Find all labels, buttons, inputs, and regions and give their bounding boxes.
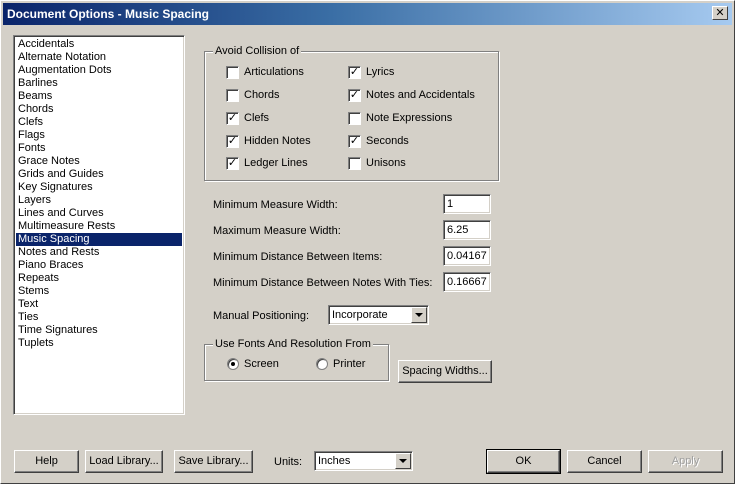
category-item[interactable]: Time Signatures — [16, 324, 182, 337]
collision-checkbox-label: Note Expressions — [366, 112, 453, 124]
category-item[interactable]: Beams — [16, 90, 182, 103]
collision-checkbox-label: Lyrics — [366, 66, 395, 78]
category-item[interactable]: Grace Notes — [16, 155, 182, 168]
checkbox-box[interactable] — [348, 112, 361, 125]
title-bar: Document Options - Music Spacing ✕ — [3, 3, 732, 25]
category-item[interactable]: Music Spacing — [16, 233, 182, 246]
save-library-button[interactable]: Save Library... — [174, 450, 253, 473]
min-distance-ties-input[interactable]: 0.16667 — [443, 272, 491, 292]
manual-positioning-label: Manual Positioning: — [213, 310, 310, 322]
fonts-resolution-title: Use Fonts And Resolution From — [213, 337, 373, 351]
collision-checkbox-label: Seconds — [366, 135, 409, 147]
checkmark-icon[interactable]: ✓ — [226, 112, 239, 125]
category-item[interactable]: Layers — [16, 194, 182, 207]
max-measure-width-input[interactable]: 6.25 — [443, 220, 491, 240]
category-item[interactable]: Grids and Guides — [16, 168, 182, 181]
max-measure-width-label: Maximum Measure Width: — [213, 225, 341, 237]
checkmark-icon[interactable]: ✓ — [226, 157, 239, 170]
help-button[interactable]: Help — [14, 450, 79, 473]
checkbox-box[interactable] — [226, 66, 239, 79]
collision-checkbox-label: Unisons — [366, 157, 406, 169]
min-measure-width-label: Minimum Measure Width: — [213, 199, 338, 211]
category-item[interactable]: Stems — [16, 285, 182, 298]
category-item[interactable]: Lines and Curves — [16, 207, 182, 220]
collision-checkbox-label: Notes and Accidentals — [366, 89, 475, 101]
units-select[interactable]: Inches — [314, 451, 413, 471]
category-item[interactable]: Multimeasure Rests — [16, 220, 182, 233]
category-item[interactable]: Notes and Rests — [16, 246, 182, 259]
units-label: Units: — [274, 456, 303, 468]
checkbox-box[interactable] — [226, 89, 239, 102]
apply-button[interactable]: Apply — [648, 450, 723, 473]
checkmark-icon[interactable]: ✓ — [348, 66, 361, 79]
collision-checkbox-label: Clefs — [244, 112, 270, 124]
category-item[interactable]: Fonts — [16, 142, 182, 155]
chevron-down-icon[interactable] — [395, 453, 411, 469]
printer-radio-dot[interactable] — [316, 358, 328, 370]
collision-checkbox-label: Articulations — [244, 66, 304, 78]
category-item[interactable]: Tuplets — [16, 337, 182, 350]
min-distance-ties-label: Minimum Distance Between Notes With Ties… — [213, 277, 433, 289]
spacing-widths-button[interactable]: Spacing Widths... — [398, 360, 492, 383]
collision-checkbox-label: Hidden Notes — [244, 135, 311, 147]
min-distance-items-input[interactable]: 0.04167 — [443, 246, 491, 266]
category-item[interactable]: Repeats — [16, 272, 182, 285]
category-item[interactable]: Clefs — [16, 116, 182, 129]
min-measure-width-input[interactable]: 1 — [443, 194, 491, 214]
manual-positioning-value: Incorporate — [332, 309, 388, 321]
category-item[interactable]: Flags — [16, 129, 182, 142]
collision-checkbox-label: Ledger Lines — [244, 157, 308, 169]
category-item[interactable]: Ties — [16, 311, 182, 324]
ok-button[interactable]: OK — [486, 449, 561, 474]
checkmark-icon[interactable]: ✓ — [348, 135, 361, 148]
screen-radio-label: Screen — [244, 358, 279, 370]
printer-radio-label: Printer — [333, 358, 366, 370]
category-item[interactable]: Text — [16, 298, 182, 311]
collision-checkbox-label: Chords — [244, 89, 280, 101]
category-item[interactable]: Chords — [16, 103, 182, 116]
manual-positioning-select[interactable]: Incorporate — [328, 305, 429, 325]
checkbox-box[interactable] — [348, 157, 361, 170]
checkmark-icon[interactable]: ✓ — [348, 89, 361, 102]
checkmark-icon[interactable]: ✓ — [226, 135, 239, 148]
window-title: Document Options - Music Spacing — [7, 7, 210, 21]
category-item[interactable]: Alternate Notation — [16, 51, 182, 64]
avoid-collision-title: Avoid Collision of — [213, 44, 302, 58]
min-distance-items-label: Minimum Distance Between Items: — [213, 251, 383, 263]
chevron-down-icon[interactable] — [411, 307, 427, 323]
category-item[interactable]: Accidentals — [16, 38, 182, 51]
screen-radio-dot[interactable] — [227, 358, 239, 370]
category-item[interactable]: Augmentation Dots — [16, 64, 182, 77]
cancel-button[interactable]: Cancel — [567, 450, 642, 473]
category-item[interactable]: Piano Braces — [16, 259, 182, 272]
units-value: Inches — [318, 455, 351, 467]
close-button[interactable]: ✕ — [712, 6, 728, 20]
load-library-button[interactable]: Load Library... — [85, 450, 163, 473]
category-list[interactable]: Accidentals Alternate Notation Augmentatio… — [13, 35, 185, 415]
category-item[interactable]: Key Signatures — [16, 181, 182, 194]
category-item[interactable]: Barlines — [16, 77, 182, 90]
document-options-dialog: Document Options - Music Spacing ✕ Accid… — [0, 0, 735, 484]
